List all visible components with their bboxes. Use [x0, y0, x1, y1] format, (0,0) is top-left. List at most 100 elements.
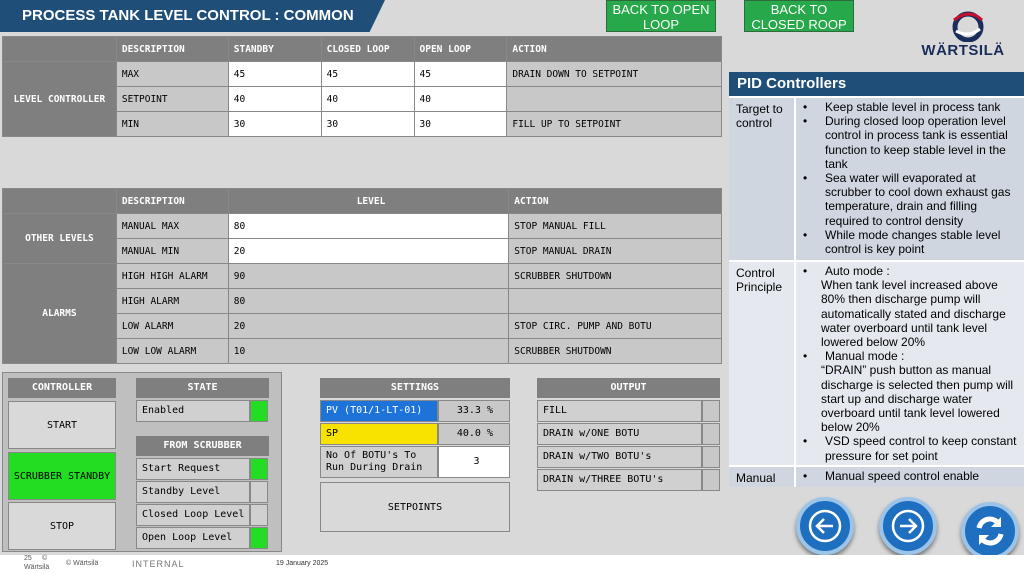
col-header-description: DESCRIPTION — [115, 36, 229, 62]
col-header-standby: STANDBY — [227, 36, 322, 62]
classification: INTERNAL — [132, 559, 185, 569]
drain-three-indicator — [702, 469, 720, 491]
pid-manual-section: Manual Manual speed control enable — [729, 465, 1024, 487]
high-high-alarm-value: 90 — [227, 263, 510, 289]
standby-level-indicator — [250, 481, 268, 503]
manual-list: Manual speed control enable — [799, 469, 1021, 483]
closed-loop-max-field[interactable]: 45 — [320, 61, 415, 87]
setpoints-button[interactable]: SETPOINTS — [320, 482, 510, 532]
row-desc: SETPOINT — [115, 86, 229, 112]
output-drain-three-botu: DRAIN w/THREE BOTU's — [537, 469, 702, 491]
open-loop-level-indicator — [250, 527, 268, 549]
scrubber-standby-button[interactable]: SCRUBBER STANDBY — [8, 452, 116, 500]
row-action: SCRUBBER SHUTDOWN — [508, 338, 722, 364]
standby-setpoint-field[interactable]: 40 — [227, 86, 322, 112]
row-desc: HIGH ALARM — [115, 288, 229, 314]
copyright: © Wärtsilä — [66, 560, 99, 567]
open-loop-min-field[interactable]: 30 — [413, 111, 508, 137]
principle-list: Auto mode : When tank level increased ab… — [799, 264, 1021, 463]
row-desc: MANUAL MIN — [115, 238, 229, 264]
open-loop-max-field[interactable]: 45 — [413, 61, 508, 87]
row-desc: MAX — [115, 61, 229, 87]
other-levels-label: OTHER LEVELS — [2, 213, 117, 264]
pid-controllers-title: PID Controllers — [729, 72, 1024, 96]
start-button[interactable]: START — [8, 401, 116, 449]
principle-item: “DRAIN” push button as manual discharge … — [821, 363, 1014, 435]
row-desc: MANUAL MAX — [115, 213, 229, 239]
pid-principle-section: Control Principle Auto mode : When tank … — [729, 260, 1024, 465]
principle-item: Manual mode : — [799, 349, 1021, 363]
state-header: STATE — [136, 378, 269, 398]
standby-min-field[interactable]: 30 — [227, 111, 322, 137]
settings-header: SETTINGS — [320, 378, 510, 398]
high-alarm-value: 80 — [227, 288, 510, 314]
refresh-icon — [976, 516, 1004, 546]
botu-count-field[interactable]: 3 — [438, 446, 510, 478]
closed-loop-level-indicator — [250, 504, 268, 526]
divider — [794, 98, 796, 260]
pid-target-section: Target to control Keep stable level in p… — [729, 96, 1024, 260]
level-controller-table: DESCRIPTION STANDBY CLOSED LOOP OPEN LOO… — [2, 36, 722, 137]
output-drain-one-botu: DRAIN w/ONE BOTU — [537, 423, 702, 445]
closed-loop-setpoint-field[interactable]: 40 — [320, 86, 415, 112]
back-to-open-loop-button[interactable]: BACK TO OPEN LOOP — [606, 0, 716, 32]
other-levels-table: DESCRIPTION LEVEL ACTION OTHER LEVELS MA… — [2, 188, 722, 364]
pv-label: PV (T01/1-LT-01) — [320, 400, 438, 422]
row-action: STOP MANUAL FILL — [508, 213, 722, 239]
arrow-left-icon — [808, 509, 842, 543]
logo-text: WÄRTSILÄ — [921, 42, 1005, 59]
copyright-small: © — [42, 555, 48, 562]
col-header-level: LEVEL — [227, 188, 510, 214]
sp-label: SP — [320, 423, 438, 445]
sp-value: 40.0 % — [438, 423, 510, 445]
row-action — [508, 288, 722, 314]
page-number: 25 — [24, 555, 32, 562]
table-corner — [2, 188, 117, 214]
manual-min-field[interactable]: 20 — [227, 238, 510, 264]
alarms-label: ALARMS — [2, 263, 117, 364]
target-label: Target to control — [736, 102, 783, 130]
principle-item: Auto mode : — [799, 264, 1021, 278]
row-desc: LOW ALARM — [115, 313, 229, 339]
target-item: During closed loop operation level contr… — [799, 114, 1021, 171]
divider — [794, 262, 796, 465]
manual-item: Manual speed control enable — [799, 469, 1021, 483]
col-header-closed-loop: CLOSED LOOP — [320, 36, 415, 62]
principle-label: Control Principle — [736, 266, 783, 294]
back-to-closed-loop-button[interactable]: BACK TO CLOSED ROOP — [744, 0, 854, 32]
row-action: STOP CIRC. PUMP AND BOTU — [508, 313, 722, 339]
low-low-alarm-value: 10 — [227, 338, 510, 364]
next-button[interactable] — [879, 497, 937, 555]
fill-indicator — [702, 400, 720, 422]
closed-loop-level: Closed Loop Level — [136, 504, 250, 526]
col-header-action: ACTION — [508, 188, 722, 214]
refresh-button[interactable] — [961, 502, 1019, 560]
col-header-action: ACTION — [506, 36, 722, 62]
target-item: Keep stable level in process tank — [799, 100, 1021, 114]
standby-level: Standby Level — [136, 481, 250, 503]
manual-max-field[interactable]: 80 — [227, 213, 510, 239]
table-corner — [2, 36, 117, 62]
prev-button[interactable] — [796, 497, 854, 555]
botu-count-label: No Of BOTU's To Run During Drain — [320, 446, 438, 478]
state-enabled: Enabled — [136, 400, 250, 422]
arrow-right-icon — [891, 509, 925, 543]
stop-button[interactable]: STOP — [8, 502, 116, 550]
target-item: While mode changes stable level control … — [799, 228, 1021, 256]
manual-label: Manual — [736, 471, 776, 485]
target-item: Sea water will evaporated at scrubber to… — [799, 171, 1021, 228]
open-loop-level: Open Loop Level — [136, 527, 250, 549]
drain-two-indicator — [702, 446, 720, 468]
row-desc: LOW LOW ALARM — [115, 338, 229, 364]
col-header-description: DESCRIPTION — [115, 188, 229, 214]
row-action: DRAIN DOWN TO SETPOINT — [506, 61, 722, 87]
divider — [794, 467, 796, 487]
closed-loop-min-field[interactable]: 30 — [320, 111, 415, 137]
from-scrubber-header: FROM SCRUBBER — [136, 436, 269, 456]
row-desc: MIN — [115, 111, 229, 137]
target-list: Keep stable level in process tank During… — [799, 100, 1021, 256]
open-loop-setpoint-field[interactable]: 40 — [413, 86, 508, 112]
enabled-indicator — [250, 400, 268, 422]
standby-max-field[interactable]: 45 — [227, 61, 322, 87]
row-action: STOP MANUAL DRAIN — [508, 238, 722, 264]
